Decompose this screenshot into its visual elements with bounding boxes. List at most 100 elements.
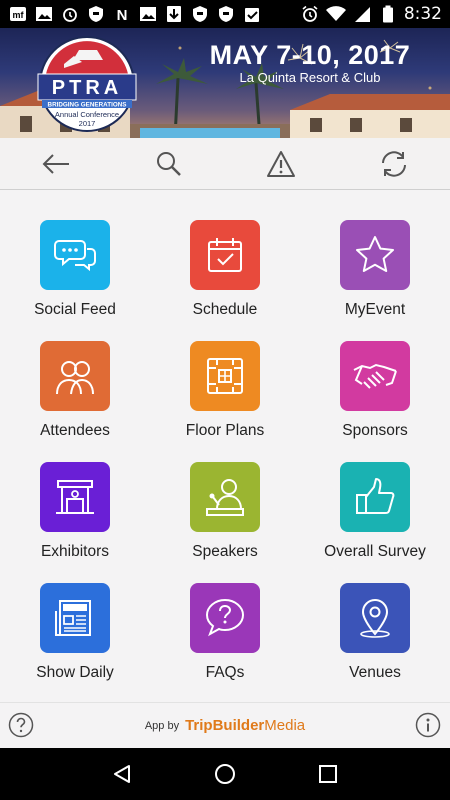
event-banner: PTRA BRIDGING GENERATIONS Annual Confere… bbox=[0, 28, 450, 138]
back-icon bbox=[42, 153, 70, 174]
tile-label: Floor Plans bbox=[185, 422, 265, 439]
speaker-podium-icon bbox=[206, 479, 244, 516]
tile-label: Venues bbox=[349, 664, 401, 681]
refresh-icon bbox=[381, 150, 406, 177]
alert-icon bbox=[267, 150, 296, 177]
tile-floor-plans[interactable]: Floor Plans bbox=[150, 341, 300, 444]
svg-text:mf: mf bbox=[13, 10, 25, 20]
alarm-icon bbox=[300, 5, 320, 23]
handshake-icon bbox=[353, 363, 397, 389]
logo-letters: PTRA bbox=[52, 77, 122, 99]
tile-schedule[interactable]: Schedule bbox=[150, 220, 300, 323]
shield-icon bbox=[86, 5, 106, 23]
search-icon bbox=[156, 151, 181, 176]
battery-icon bbox=[378, 5, 398, 23]
menu-grid: Social Feed Schedule MyEvent Attendees F… bbox=[0, 190, 450, 686]
search-button[interactable] bbox=[113, 138, 226, 189]
info-circle-icon bbox=[415, 712, 441, 738]
question-bubble-tile-icon[interactable] bbox=[190, 583, 260, 653]
tile-label: Schedule bbox=[192, 301, 258, 318]
tile-label: Attendees bbox=[40, 422, 110, 439]
image-icon bbox=[138, 5, 158, 23]
tile-overall-survey[interactable]: Overall Survey bbox=[300, 462, 450, 565]
tile-label: Show Daily bbox=[36, 664, 114, 681]
star-icon bbox=[356, 236, 394, 272]
shield-icon bbox=[190, 5, 210, 23]
tile-label: FAQs bbox=[205, 664, 245, 681]
tile-label: Sponsors bbox=[342, 422, 408, 439]
back-button[interactable] bbox=[0, 138, 113, 189]
tile-label: Overall Survey bbox=[324, 543, 426, 560]
menu-grid-container: Social Feed Schedule MyEvent Attendees F… bbox=[0, 190, 450, 702]
event-date: MAY 7-10, 2017 bbox=[209, 40, 411, 70]
tile-speakers[interactable]: Speakers bbox=[150, 462, 300, 565]
help-button[interactable] bbox=[8, 712, 34, 738]
shield-icon bbox=[216, 5, 236, 23]
map-pin-tile-icon[interactable] bbox=[340, 583, 410, 653]
map-pin-icon bbox=[360, 599, 390, 638]
tile-attendees[interactable]: Attendees bbox=[0, 341, 150, 444]
svg-text:N: N bbox=[117, 7, 128, 23]
signal-icon bbox=[352, 5, 372, 23]
newspaper-icon bbox=[55, 600, 91, 636]
download-icon bbox=[164, 5, 184, 23]
calendar-check-tile-icon[interactable] bbox=[190, 220, 260, 290]
thumbs-up-icon bbox=[356, 478, 395, 514]
logo-line2: 2017 bbox=[79, 119, 96, 128]
tile-faqs[interactable]: FAQs bbox=[150, 583, 300, 686]
tile-sponsors[interactable]: Sponsors bbox=[300, 341, 450, 444]
logo-tagline: BRIDGING GENERATIONS bbox=[48, 102, 127, 109]
booth-tile-icon[interactable] bbox=[40, 462, 110, 532]
nav-home-button[interactable] bbox=[205, 754, 245, 794]
tile-label: Speakers bbox=[192, 543, 258, 560]
app-by-text: App by bbox=[144, 719, 180, 732]
info-button[interactable] bbox=[415, 712, 441, 738]
toolbar bbox=[0, 138, 450, 190]
people-tile-icon[interactable] bbox=[40, 341, 110, 411]
handshake-tile-icon[interactable] bbox=[340, 341, 410, 411]
brand-name-light: Media bbox=[264, 717, 306, 734]
alarm-icon bbox=[60, 5, 80, 23]
check-clipboard-icon bbox=[242, 5, 262, 23]
tile-social-feed[interactable]: Social Feed bbox=[0, 220, 150, 323]
speaker-podium-tile-icon[interactable] bbox=[190, 462, 260, 532]
tile-myevent[interactable]: MyEvent bbox=[300, 220, 450, 323]
floor-plan-tile-icon[interactable] bbox=[190, 341, 260, 411]
tile-venues[interactable]: Venues bbox=[300, 583, 450, 686]
footer: App by TripBuilder Media bbox=[0, 702, 450, 748]
mw-app-icon: mf bbox=[8, 5, 28, 23]
nav-recents-button[interactable] bbox=[308, 754, 348, 794]
tile-label: Exhibitors bbox=[40, 543, 110, 560]
refresh-button[interactable] bbox=[338, 138, 450, 189]
question-bubble-icon bbox=[205, 598, 245, 637]
booth-icon bbox=[56, 480, 94, 514]
square-recents-icon bbox=[319, 765, 338, 783]
tile-label: MyEvent bbox=[344, 301, 406, 318]
event-venue: La Quinta Resort & Club bbox=[239, 70, 381, 85]
logo-line1: Annual Conference bbox=[55, 110, 119, 119]
circle-home-icon bbox=[214, 764, 235, 784]
n-app-icon: N bbox=[112, 5, 132, 23]
brand-name-bold: TripBuilder bbox=[185, 717, 265, 734]
triangle-back-icon bbox=[113, 765, 130, 783]
calendar-check-icon bbox=[208, 238, 242, 272]
people-icon bbox=[56, 361, 94, 395]
tile-label: Social Feed bbox=[34, 301, 116, 318]
tile-show-daily[interactable]: Show Daily bbox=[0, 583, 150, 686]
gallery-icon bbox=[34, 5, 54, 23]
status-bar: mf N 8:32 bbox=[0, 0, 450, 28]
ptra-logo: PTRA BRIDGING GENERATIONS Annual Confere… bbox=[34, 34, 140, 134]
star-tile-icon[interactable] bbox=[340, 220, 410, 290]
nav-back-button[interactable] bbox=[102, 754, 142, 794]
floor-plan-icon bbox=[207, 358, 243, 394]
alert-button[interactable] bbox=[225, 138, 338, 189]
wifi-icon bbox=[325, 5, 346, 23]
clock-time: 8:32 bbox=[403, 4, 442, 24]
tile-exhibitors[interactable]: Exhibitors bbox=[0, 462, 150, 565]
chat-bubbles-icon bbox=[54, 240, 96, 272]
chat-bubbles-tile-icon[interactable] bbox=[40, 220, 110, 290]
newspaper-tile-icon[interactable] bbox=[40, 583, 110, 653]
help-circle-icon bbox=[8, 712, 34, 738]
thumbs-up-tile-icon[interactable] bbox=[340, 462, 410, 532]
android-nav-bar bbox=[0, 748, 450, 800]
